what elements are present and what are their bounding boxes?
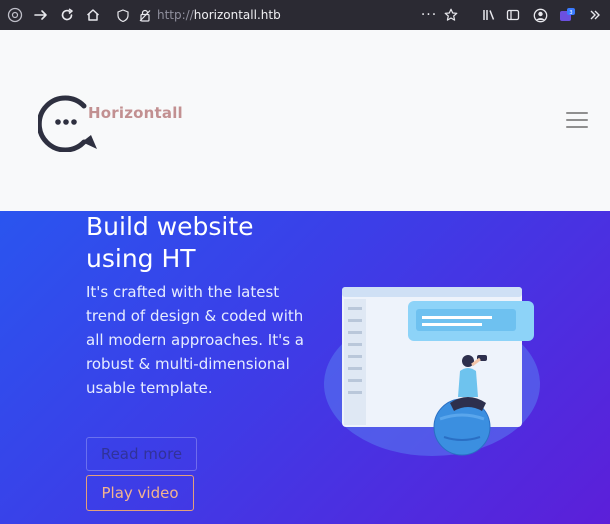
read-more-button[interactable]: Read more: [86, 437, 197, 471]
site-logo[interactable]: [38, 92, 188, 152]
hero-illustration: [324, 287, 540, 456]
account-icon[interactable]: [529, 4, 551, 26]
hamburger-menu-icon[interactable]: [566, 112, 588, 130]
hero-title: Build website using HT: [86, 212, 254, 273]
svg-text:3: 3: [569, 10, 572, 16]
insecure-lock-icon[interactable]: [137, 9, 153, 22]
hero-section: Build website using HT It's crafted with…: [0, 211, 610, 524]
hero-description: It's crafted with the latest trend of de…: [86, 283, 304, 397]
sidebar-icon[interactable]: [502, 4, 524, 26]
shield-icon[interactable]: [115, 8, 131, 22]
play-video-button[interactable]: Play video: [86, 475, 194, 511]
extension-icon[interactable]: 3: [556, 4, 578, 26]
site-navbar: Horizontall: [0, 30, 610, 211]
chat-bubble-logo-icon: [38, 95, 97, 152]
forward-arrow-icon[interactable]: [30, 4, 52, 26]
firefox-view-icon[interactable]: [4, 4, 26, 26]
overflow-icon[interactable]: [584, 4, 606, 26]
url-host: horizontall.htb: [193, 8, 281, 22]
reload-icon[interactable]: [56, 4, 78, 26]
url-protocol: http://: [157, 8, 194, 22]
brand-name[interactable]: Horizontall: [88, 104, 183, 122]
home-icon[interactable]: [82, 4, 104, 26]
url-bar[interactable]: http://horizontall.htb: [115, 4, 420, 26]
bookmark-star-icon[interactable]: [440, 4, 462, 26]
library-icon[interactable]: [478, 4, 500, 26]
browser-toolbar: http://horizontall.htb ··· 3: [0, 0, 610, 30]
more-menu-icon[interactable]: ···: [418, 4, 440, 26]
